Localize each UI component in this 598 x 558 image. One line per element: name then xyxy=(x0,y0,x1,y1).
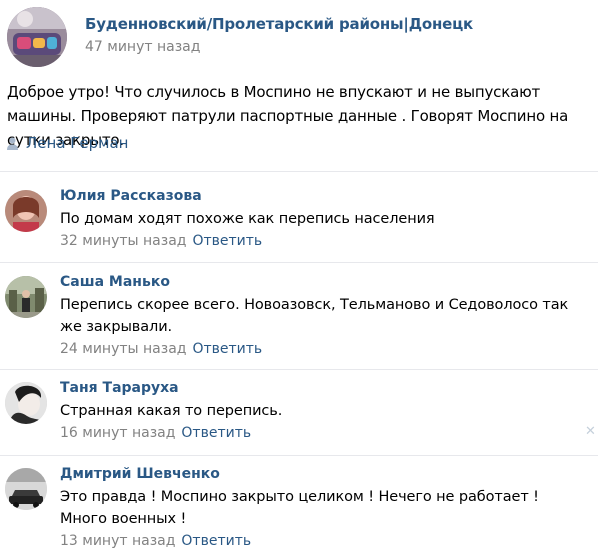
comment-meta: 32 минуты назад Ответить xyxy=(60,233,262,249)
comment: Саша Манько Перепись скорее всего. Новоа… xyxy=(0,268,598,364)
comment-meta: 13 минут назад Ответить xyxy=(60,533,251,549)
reply-link[interactable]: Ответить xyxy=(181,533,251,549)
comment-meta: 24 минуты назад Ответить xyxy=(60,341,262,357)
divider xyxy=(0,369,598,370)
comment: Дмитрий Шевченко Это правда ! Моспино за… xyxy=(0,460,598,558)
person-icon xyxy=(7,137,18,150)
comment-meta: 16 минут назад Ответить xyxy=(60,425,251,441)
commenter-name[interactable]: Юлия Рассказова xyxy=(60,188,202,204)
divider xyxy=(0,171,598,172)
comment: Юлия Рассказова По домам ходят похоже ка… xyxy=(0,182,598,260)
comment-time[interactable]: 32 минуты назад xyxy=(60,233,186,249)
comment-time[interactable]: 16 минут назад xyxy=(60,425,175,441)
comment-time[interactable]: 13 минут назад xyxy=(60,533,175,549)
commenter-name[interactable]: Таня Тарарухa xyxy=(60,380,179,396)
comment-text: По домам ходят похоже как перепись насел… xyxy=(60,211,435,227)
group-name-link[interactable]: Буденновский/Пролетарский районы|Донецк xyxy=(85,15,473,33)
post-header: Буденновский/Пролетарский районы|Донецк … xyxy=(0,0,598,72)
comment-text: Это правда ! Моспино закрыто целиком ! Н… xyxy=(60,489,539,527)
post-time[interactable]: 47 минут назад xyxy=(85,39,200,55)
comment-time[interactable]: 24 минуты назад xyxy=(60,341,186,357)
commenter-avatar[interactable] xyxy=(5,382,47,424)
commenter-avatar[interactable] xyxy=(5,276,47,318)
comment-text: Странная какая то перепись. xyxy=(60,403,283,419)
comment-text: Перепись скорее всего. Новоазовск, Тельм… xyxy=(60,297,569,335)
divider xyxy=(0,455,598,456)
close-icon[interactable]: ✕ xyxy=(585,424,596,439)
reply-link[interactable]: Ответить xyxy=(181,425,251,441)
commenter-name[interactable]: Дмитрий Шевченко xyxy=(60,466,220,482)
reply-link[interactable]: Ответить xyxy=(192,341,262,357)
group-avatar[interactable] xyxy=(7,7,67,67)
post-author-name[interactable]: Лена Герман xyxy=(26,134,129,152)
reply-link[interactable]: Ответить xyxy=(192,233,262,249)
divider xyxy=(0,262,598,263)
commenter-avatar[interactable] xyxy=(5,190,47,232)
post-author[interactable]: Лена Герман xyxy=(7,133,129,153)
comment: Таня Тарарухa Странная какая то перепись… xyxy=(0,374,598,450)
commenter-avatar[interactable] xyxy=(5,468,47,510)
commenter-name[interactable]: Саша Манько xyxy=(60,274,170,290)
